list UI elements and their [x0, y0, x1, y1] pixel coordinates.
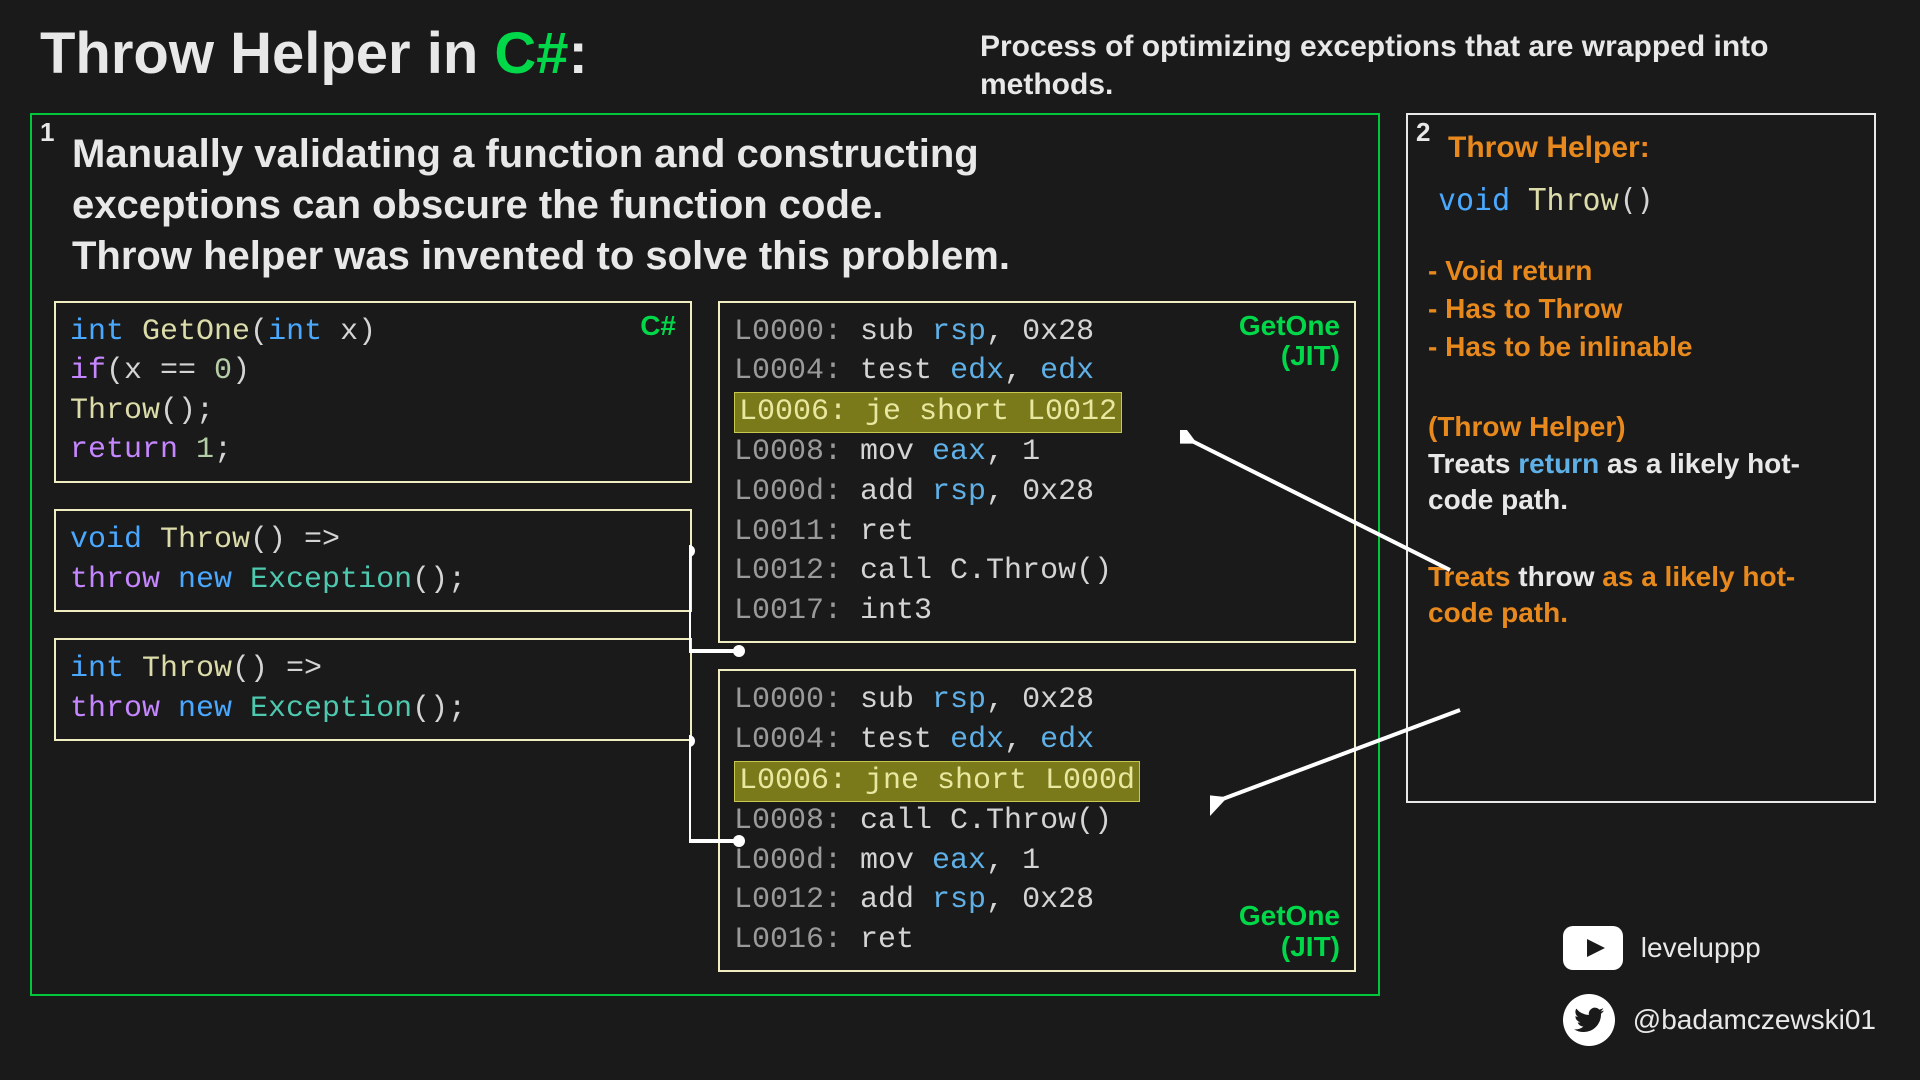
panel-2-para-2: Treats throw as a likely hot-code path.	[1428, 559, 1854, 632]
bullet-1: - Void return	[1428, 252, 1854, 290]
page-title: Throw Helper in C#:	[40, 20, 980, 87]
bullet-3: - Has to be inlinable	[1428, 328, 1854, 366]
panel-1-intro: Manually validating a function and const…	[72, 129, 1356, 283]
highlight-jne: L0006: jne short L000d	[734, 761, 1140, 803]
jit-column: GetOne (JIT) L0000: sub rsp, 0x28 L0004:…	[718, 301, 1356, 973]
intro-line-3: Throw helper was invented to solve this …	[72, 231, 1356, 282]
social-links: leveluppp @badamczewski01	[1563, 926, 1876, 1046]
twitter-link[interactable]: @badamczewski01	[1563, 994, 1876, 1046]
header: Throw Helper in C#: Process of optimizin…	[0, 0, 1920, 113]
code-columns: C# int GetOne(int x) if(x == 0) Throw();…	[54, 301, 1356, 973]
panel-1: 1 Manually validating a function and con…	[30, 113, 1380, 996]
title-pre: Throw Helper in	[40, 21, 494, 86]
page-subtitle: Process of optimizing exceptions that ar…	[980, 20, 1880, 103]
twitter-icon	[1563, 994, 1615, 1046]
panel-2-heading: Throw Helper:	[1448, 131, 1854, 165]
intro-line-1: Manually validating a function and const…	[72, 129, 1356, 180]
bullet-2: - Has to Throw	[1428, 290, 1854, 328]
panel-2-bullets: - Void return - Has to Throw - Has to be…	[1428, 252, 1854, 365]
panel-2-signature: void Throw()	[1438, 183, 1854, 218]
youtube-link[interactable]: leveluppp	[1563, 926, 1876, 970]
asm-getone-2: GetOne (JIT) L0000: sub rsp, 0x28 L0004:…	[718, 669, 1356, 972]
youtube-label: leveluppp	[1641, 932, 1761, 964]
code-getone: C# int GetOne(int x) if(x == 0) Throw();…	[54, 301, 692, 483]
highlight-je: L0006: je short L0012	[734, 392, 1122, 434]
csharp-column: C# int GetOne(int x) if(x == 0) Throw();…	[54, 301, 692, 973]
panel-2-number: 2	[1416, 117, 1430, 148]
code-throw-int: int Throw() => throw new Exception();	[54, 638, 692, 741]
youtube-icon	[1563, 926, 1623, 970]
code-throw-void: void Throw() => throw new Exception();	[54, 509, 692, 612]
jit-badge-2: GetOne (JIT)	[1239, 901, 1340, 963]
panel-1-number: 1	[40, 117, 54, 148]
title-post: :	[569, 21, 588, 86]
title-lang: C#	[494, 21, 568, 86]
panel-2-para-1: (Throw Helper) Treats return as a likely…	[1428, 409, 1854, 518]
jit-badge-1: GetOne (JIT)	[1239, 311, 1340, 373]
twitter-label: @badamczewski01	[1633, 1004, 1876, 1036]
main-content: 1 Manually validating a function and con…	[0, 113, 1920, 996]
csharp-badge: C#	[640, 311, 676, 342]
asm-getone-1: GetOne (JIT) L0000: sub rsp, 0x28 L0004:…	[718, 301, 1356, 644]
intro-line-2: exceptions can obscure the function code…	[72, 180, 1356, 231]
panel-2: 2 Throw Helper: void Throw() - Void retu…	[1406, 113, 1876, 803]
